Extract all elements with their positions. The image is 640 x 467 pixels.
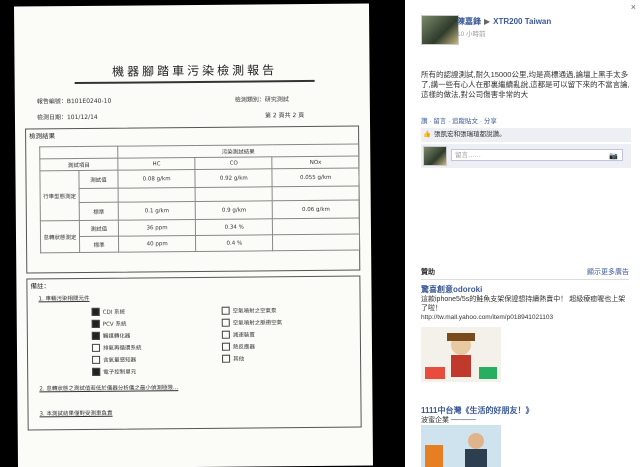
col-header-hc: HC — [117, 157, 196, 171]
row-label: 標準 — [79, 236, 119, 253]
viewer-avatar — [423, 146, 447, 166]
comment-input[interactable]: 留言…… 📷 — [451, 149, 623, 161]
camera-icon[interactable]: 📷 — [609, 151, 618, 163]
ad-1-url[interactable]: http://tw.mall.yahoo.com/item/p018941021… — [421, 313, 626, 322]
checkbox-icon — [91, 331, 100, 340]
ad-1-title[interactable]: 驚喜創意odoroki — [421, 284, 482, 295]
checklist-item: 空氣噴射之脈衝空氣 — [221, 318, 282, 327]
col-header-nox: NOx — [272, 156, 359, 169]
checkbox-icon — [221, 342, 231, 351]
checklist-item: 電子控制單元 — [92, 367, 136, 376]
ad-1-image[interactable] — [421, 327, 501, 382]
checklist-item: 含氧量感知器 — [92, 355, 136, 364]
ad-1-text: 這款iphone5/5s的鮭魚支架保證想持續熱賣中！ 超級療癒喔也上架了啦！ — [421, 296, 626, 312]
ad-2-text: 波蜜企業 ───── — [421, 417, 476, 424]
table-corner — [39, 146, 118, 159]
comment-box: 留言…… 📷 — [421, 144, 631, 168]
table-cell — [118, 187, 196, 203]
checkbox-icon — [221, 318, 230, 327]
post-actions[interactable]: 讚 · 留言 · 追蹤貼文 · 分享 — [421, 115, 497, 125]
likes-summary: 👍 張凱宏和張瑞瑄都說讚。 — [421, 128, 631, 142]
checkbox-icon — [222, 354, 231, 363]
row-label: 測試值 — [78, 170, 119, 189]
thumbs-up-icon: 👍 — [423, 131, 432, 138]
checklist-item: 觸媒轉化器 — [91, 331, 130, 340]
post-time[interactable]: 10 小時前 — [457, 28, 486, 38]
checkbox-icon — [92, 355, 101, 364]
col-header-co: CO — [195, 156, 273, 170]
checkbox-icon — [91, 343, 101, 352]
page-name-link[interactable]: XTR200 Taiwan — [493, 17, 551, 26]
person-photo-icon — [425, 433, 487, 467]
table-cell — [272, 218, 360, 235]
table-cell: 0.34 % — [195, 218, 273, 236]
row-group-driving: 行車型態測定 — [39, 170, 80, 221]
author-name[interactable]: 陳嘉鋒 — [457, 17, 481, 26]
post-text: 所有的認證測試,耐久15000公里,均是高標通過,論壇上黑手太多了,講一些有心人… — [421, 70, 630, 99]
more-ads-link[interactable]: 顯示更多廣告 — [587, 267, 629, 277]
checkbox-icon — [91, 319, 100, 328]
table-cell: 0.92 g/km — [195, 168, 273, 188]
table-cell: 0.06 g/km — [272, 200, 360, 219]
row-label: 測試值 — [79, 220, 119, 237]
checklist-item: 熱反應器 — [221, 342, 255, 351]
table-cell: 0.4 % — [195, 234, 274, 252]
table-cell: 0.1 g/km — [118, 201, 196, 221]
close-icon[interactable]: × — [631, 2, 636, 12]
checklist-item: PCV 系統 — [91, 319, 126, 328]
page-number: 第 2 頁共 2 頁 — [264, 112, 305, 120]
post-header: 陳嘉鋒 ▶ XTR200 Taiwan — [457, 16, 551, 27]
likes-text[interactable]: 張凱宏和張瑞瑄都說讚。 — [434, 131, 506, 138]
table-cell — [272, 234, 360, 251]
note-3: 3. 本測試結果僅對受測車負責 — [39, 410, 113, 418]
post-sidebar: × 陳嘉鋒 ▶ XTR200 Taiwan 10 小時前 所有的認證測試,耐久150… — [405, 0, 640, 467]
table-cell — [272, 186, 360, 201]
checkbox-icon — [221, 330, 230, 339]
toy-figure-icon — [425, 333, 497, 379]
checkbox-icon — [221, 306, 230, 315]
note-1: 1. 車輛污染相關元件 — [38, 295, 90, 303]
author-avatar[interactable] — [421, 15, 459, 45]
checkbox-icon — [92, 367, 101, 376]
results-section-label: 檢測結果 — [29, 132, 56, 141]
notes-section-label: 備註： — [30, 282, 50, 291]
checklist-item: CDI 系統 — [91, 307, 125, 316]
ad-2-image[interactable] — [421, 425, 501, 467]
photo-viewer: 機器腳踏車污染檢測報告 報告編號：B101E0240-10 檢測類別：研究測試 … — [0, 0, 405, 467]
checklist-item: 減速裝置 — [221, 330, 255, 339]
results-table: 污染測試結果 測試項目 HC CO NOx 行車型態測定 測試值 0.08 g/… — [39, 144, 360, 254]
row-label: 標準 — [79, 202, 119, 221]
checklist-item: 排氣再循環系統 — [91, 343, 142, 352]
report-document: 機器腳踏車污染檢測報告 報告編號：B101E0240-10 檢測類別：研究測試 … — [13, 3, 374, 467]
col-header-item: 測試項目 — [39, 158, 118, 171]
arrow-right-icon: ▶ — [484, 17, 491, 26]
test-date: 檢測日期：101/12/14 — [36, 113, 98, 122]
sponsored-header: 贊助 顯示更多廣告 — [421, 267, 629, 280]
checkbox-icon — [91, 307, 100, 316]
row-group-idle: 怠轉狀態測定 — [40, 220, 80, 253]
table-cell — [195, 186, 273, 202]
row-label — [79, 188, 119, 203]
checklist-item: 空氣噴射之空氣泵 — [221, 306, 277, 315]
table-cell: 36 ppm — [118, 219, 196, 237]
ad-2-title[interactable]: 1111中台灣《生活的好朋友！》 — [421, 405, 533, 416]
checklist-item: 其他 — [222, 354, 244, 363]
report-title: 機器腳踏車污染檢測報告 — [74, 60, 315, 85]
table-cell: 0.08 g/km — [117, 169, 196, 189]
report-number: 報告編號：B101E0240-10 — [36, 97, 112, 106]
sponsored-label: 贊助 — [421, 269, 435, 276]
table-cell: 0.055 g/km — [272, 168, 360, 187]
table-cell: 0.9 g/km — [195, 200, 273, 220]
table-cell: 40 ppm — [118, 235, 196, 253]
test-category: 檢測類別：研究測試 — [234, 96, 289, 104]
